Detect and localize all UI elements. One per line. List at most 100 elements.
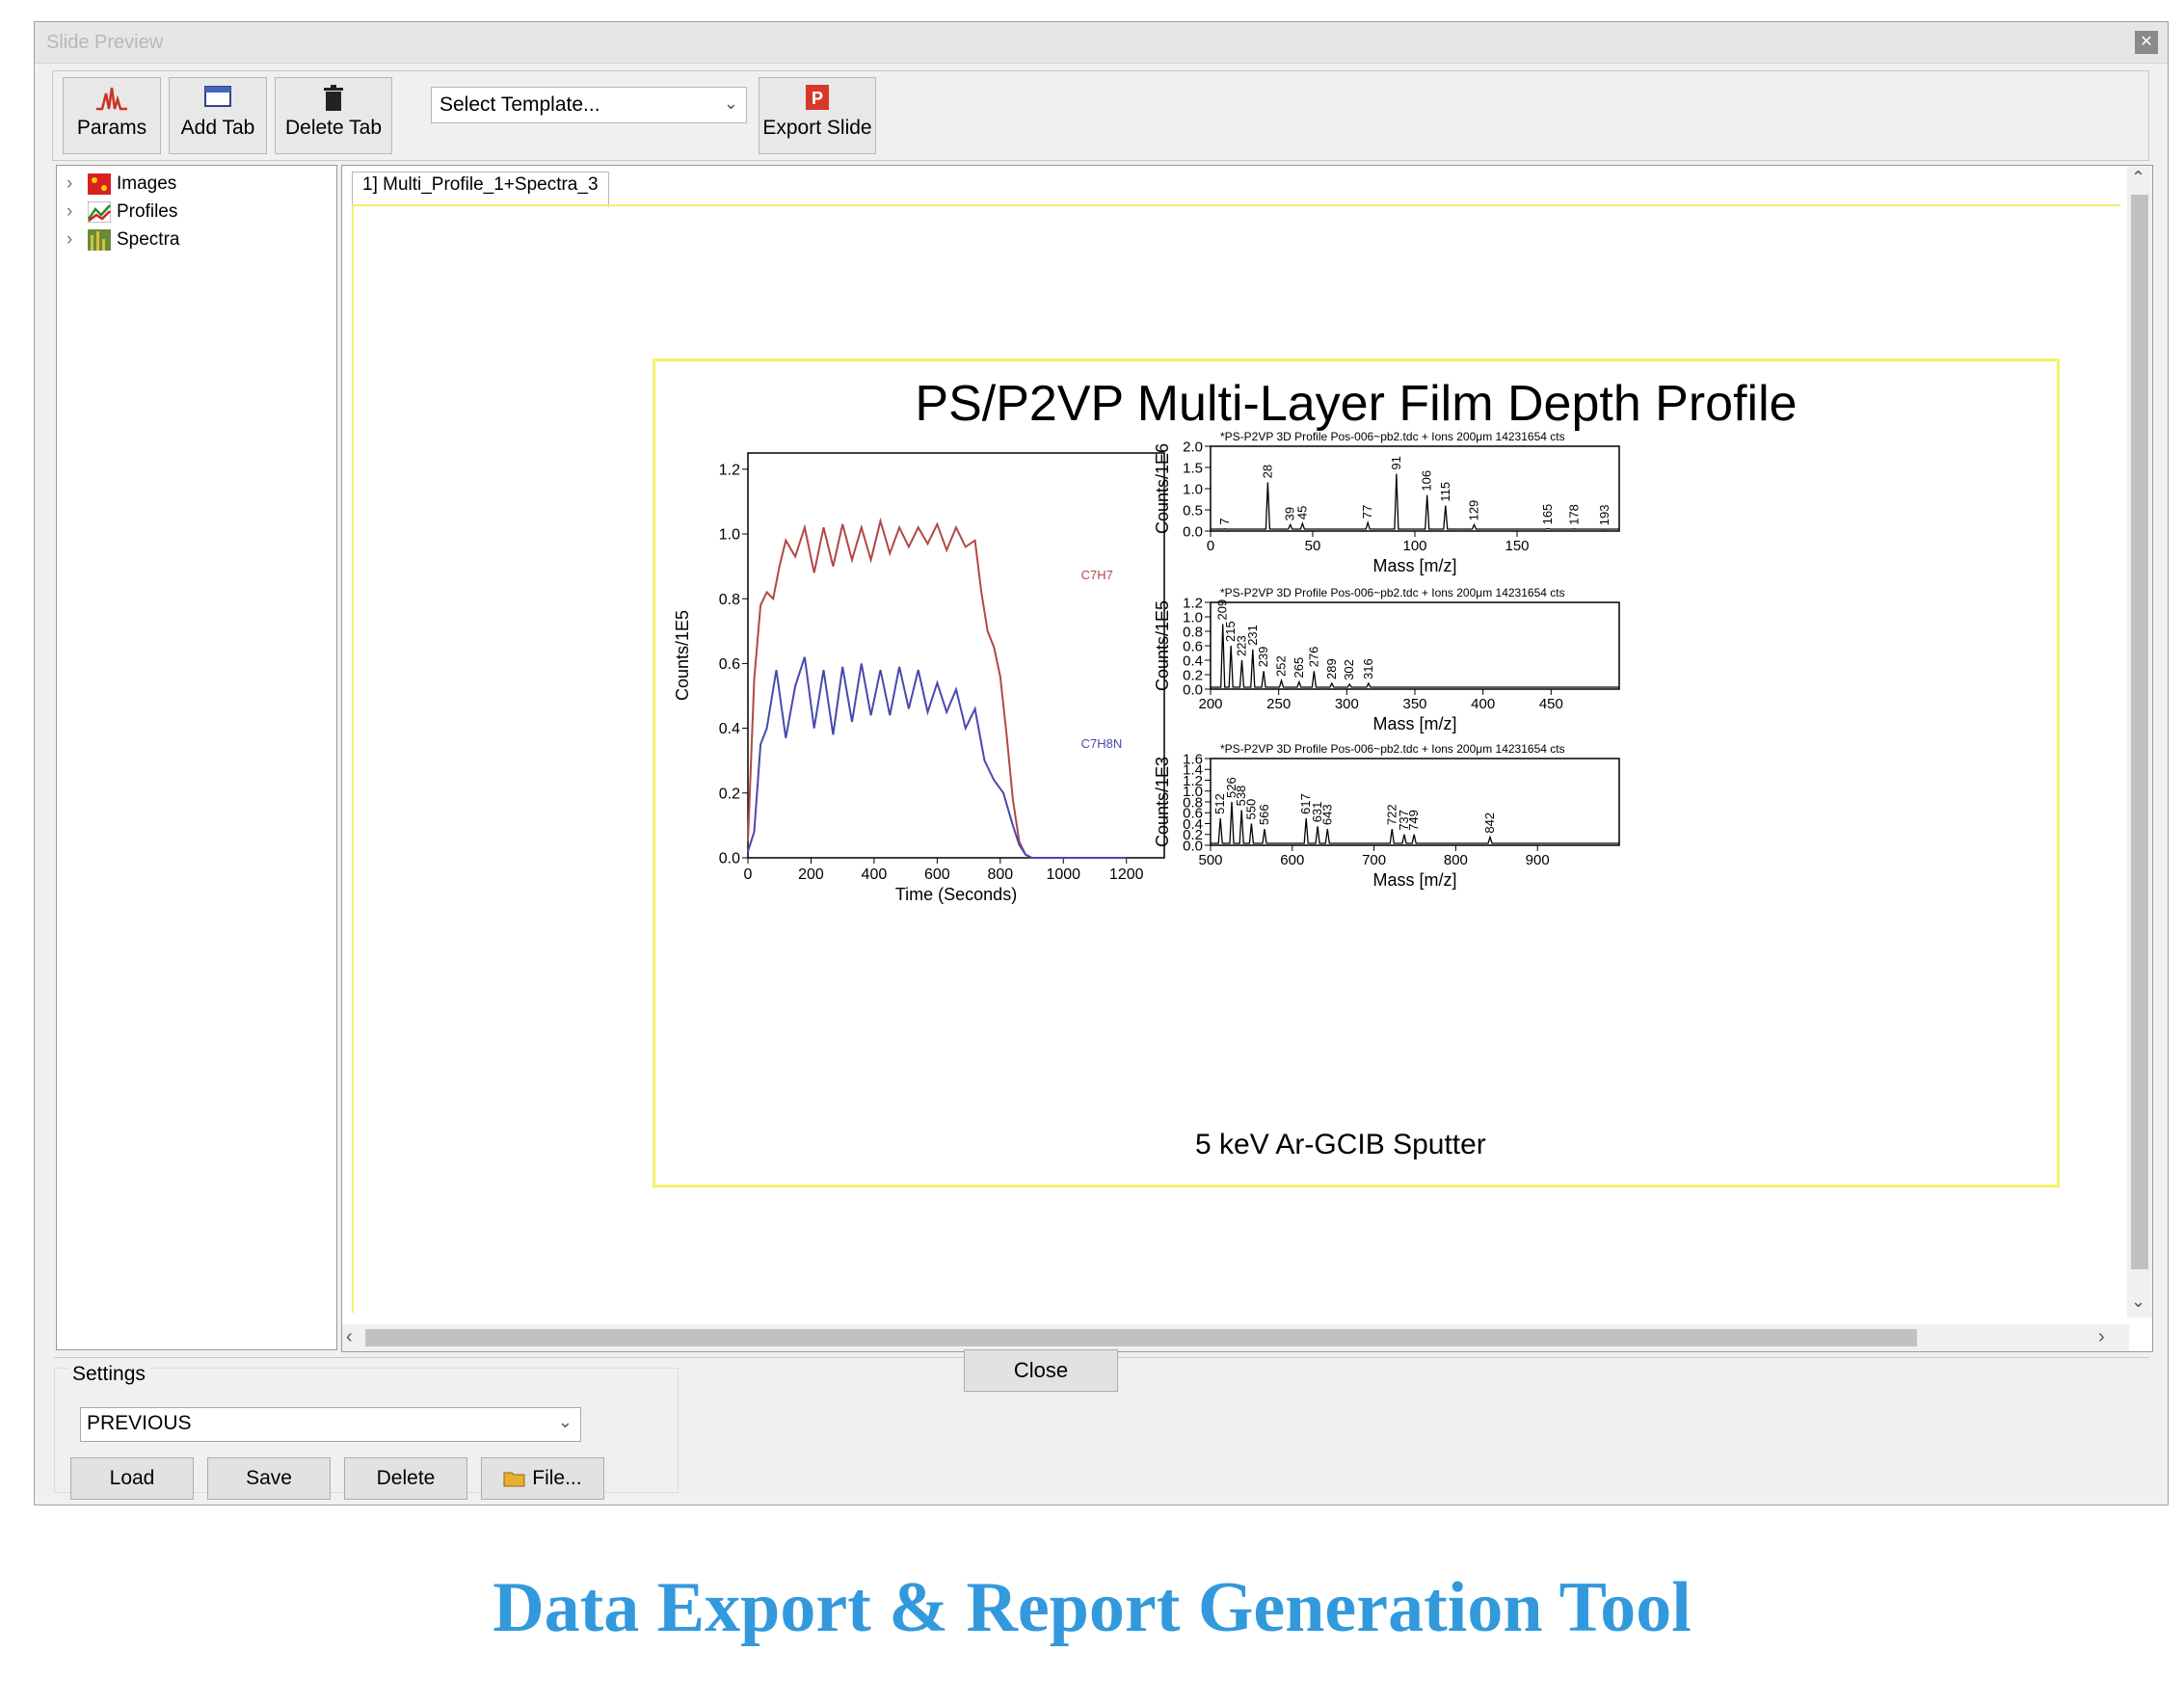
settings-select[interactable]: PREVIOUS ⌄ (80, 1407, 581, 1442)
tree-item-images[interactable]: › Images (67, 173, 176, 199)
horizontal-scroll-thumb[interactable] (365, 1329, 1917, 1346)
preview-pane: 1] Multi_Profile_1+Spectra_3 PS/P2VP Mul… (341, 165, 2153, 1352)
chart1-peak-label: 28 (1260, 465, 1274, 478)
chart1-x-axis-label: Mass [m/z] (1372, 556, 1456, 575)
template-select[interactable]: Select Template... ⌄ (431, 87, 747, 123)
chart3-x-tick-label: 600 (1280, 852, 1304, 868)
add-tab-button[interactable]: Add Tab (169, 77, 267, 154)
chart1-x-tick-label: 50 (1305, 538, 1321, 554)
slide-preview-window: Slide Preview ✕ Params Add Tab Delete Ta… (34, 21, 2169, 1505)
export-slide-icon: P (759, 84, 875, 115)
chart0-frame (747, 452, 1165, 859)
chart2-y-axis-label: Counts/1E5 (1153, 600, 1172, 691)
horizontal-scrollbar[interactable]: ‹ › (342, 1324, 2129, 1351)
chart2-y-tick-label: 0.8 (1183, 624, 1203, 640)
chevron-right-icon[interactable]: › (67, 201, 82, 223)
chevron-right-icon[interactable]: › (67, 173, 82, 195)
caption: Data Export & Report Generation Tool (493, 1568, 1691, 1647)
chart2-y-tick-label: 1.0 (1183, 609, 1203, 626)
tab-multi-profile[interactable]: 1] Multi_Profile_1+Spectra_3 (352, 172, 609, 207)
chart0-y-tick-label: 1.2 (719, 462, 740, 478)
chart1-peak-label: 45 (1294, 506, 1309, 519)
chart2-peak-label: 302 (1342, 659, 1356, 680)
spectra-icon (88, 229, 111, 251)
save-button[interactable]: Save (207, 1457, 331, 1500)
close-button[interactable]: Close (964, 1349, 1118, 1392)
chart1-peak-label: 165 (1540, 504, 1555, 525)
chart3-peak-label: 643 (1319, 804, 1334, 825)
vertical-scrollbar[interactable]: ⌃ ⌄ (2127, 166, 2152, 1318)
delete-tab-button[interactable]: Delete Tab (275, 77, 392, 154)
profiles-icon (88, 201, 111, 223)
params-button[interactable]: Params (63, 77, 161, 154)
window-title: Slide Preview (46, 32, 164, 53)
settings-legend: Settings (68, 1363, 149, 1386)
chart2-peak-label: 265 (1292, 657, 1306, 679)
chart2-x-tick-label: 250 (1266, 696, 1291, 712)
chevron-right-icon[interactable]: › (67, 229, 82, 251)
trash-icon (276, 84, 391, 115)
chart2-x-tick-label: 300 (1335, 696, 1359, 712)
chart0-y-tick-label: 0.6 (719, 656, 740, 673)
chart1-peak-label: 7 (1217, 519, 1232, 525)
chart0-x-tick-label: 1000 (1046, 866, 1080, 883)
scroll-up-icon[interactable]: ⌃ (2131, 168, 2145, 188)
chart2-y-tick-label: 0.2 (1183, 667, 1203, 683)
chart2-peak-label: 209 (1215, 599, 1230, 621)
chart3-x-tick-label: 700 (1362, 852, 1386, 868)
chart2-spectrum-line (1211, 624, 1619, 688)
chart2-y-tick-label: 0.0 (1183, 681, 1203, 698)
chart3-x-tick-label: 500 (1198, 852, 1222, 868)
images-icon (88, 173, 111, 195)
chart0-series-label: C7H7 (1081, 568, 1113, 582)
chart3-x-tick-label: 800 (1444, 852, 1468, 868)
window-close-icon[interactable]: ✕ (2135, 31, 2158, 54)
chart3-peak-label: 749 (1406, 810, 1421, 831)
folder-icon (503, 1472, 525, 1487)
chart2-peak-label: 276 (1306, 647, 1320, 668)
scroll-down-icon[interactable]: ⌄ (2131, 1292, 2145, 1312)
chart2-peak-label: 289 (1324, 658, 1339, 679)
chart1-x-tick-label: 0 (1207, 538, 1214, 554)
chart0-y-tick-label: 0.0 (719, 851, 740, 867)
chart2-x-tick-label: 350 (1402, 696, 1426, 712)
chart1-x-tick-label: 150 (1505, 538, 1529, 554)
vertical-scroll-thumb[interactable] (2131, 195, 2148, 1269)
chart1-peak-label: 91 (1389, 456, 1403, 469)
load-button[interactable]: Load (70, 1457, 194, 1500)
chart3-x-axis-label: Mass [m/z] (1372, 870, 1456, 890)
chart1-title: *PS-P2VP 3D Profile Pos-006~pb2.tdc + Io… (1220, 430, 1565, 443)
export-slide-button[interactable]: P Export Slide (759, 77, 876, 154)
chart1-y-tick-label: 2.0 (1183, 439, 1203, 455)
chart0-y-tick-label: 0.4 (719, 721, 740, 737)
delete-button[interactable]: Delete (344, 1457, 467, 1500)
chart0-x-tick-label: 1200 (1109, 866, 1144, 883)
chart0-y-tick-label: 1.0 (719, 527, 740, 544)
chart2-x-tick-label: 450 (1539, 696, 1563, 712)
chart2-y-tick-label: 1.2 (1183, 595, 1203, 611)
chart1-x-tick-label: 100 (1402, 538, 1426, 554)
chart2-peak-label: 316 (1361, 658, 1375, 679)
chart3-title: *PS-P2VP 3D Profile Pos-006~pb2.tdc + Io… (1220, 742, 1565, 756)
scroll-left-icon[interactable]: ‹ (346, 1326, 353, 1348)
settings-group: Settings PREVIOUS ⌄ Load Save Delete Fil… (54, 1363, 679, 1500)
chart2-y-tick-label: 0.6 (1183, 638, 1203, 654)
chart3-peak-label: 842 (1482, 813, 1497, 834)
chart0-series-label: C7H8N (1081, 736, 1123, 751)
chart2-frame (1210, 601, 1620, 690)
tree-item-spectra[interactable]: › Spectra (67, 229, 179, 254)
tree-item-profiles[interactable]: › Profiles (67, 201, 177, 226)
chart1-peak-label: 193 (1597, 504, 1611, 525)
chart0-x-tick-label: 0 (744, 866, 753, 883)
file-button[interactable]: File... (481, 1457, 604, 1500)
slide-subtitle: 5 keV Ar-GCIB Sputter (1195, 1129, 1486, 1160)
chart0-y-tick-label: 0.8 (719, 592, 740, 608)
chart2-x-tick-label: 200 (1198, 696, 1222, 712)
chart0-x-tick-label: 200 (798, 866, 824, 883)
scroll-right-icon[interactable]: › (2098, 1326, 2105, 1348)
chart2-peak-label: 239 (1256, 647, 1270, 668)
data-tree: › Images › Profiles › Spectra (56, 165, 337, 1350)
params-icon (64, 84, 160, 115)
chart0-x-tick-label: 400 (862, 866, 888, 883)
chart0-x-tick-label: 800 (987, 866, 1013, 883)
